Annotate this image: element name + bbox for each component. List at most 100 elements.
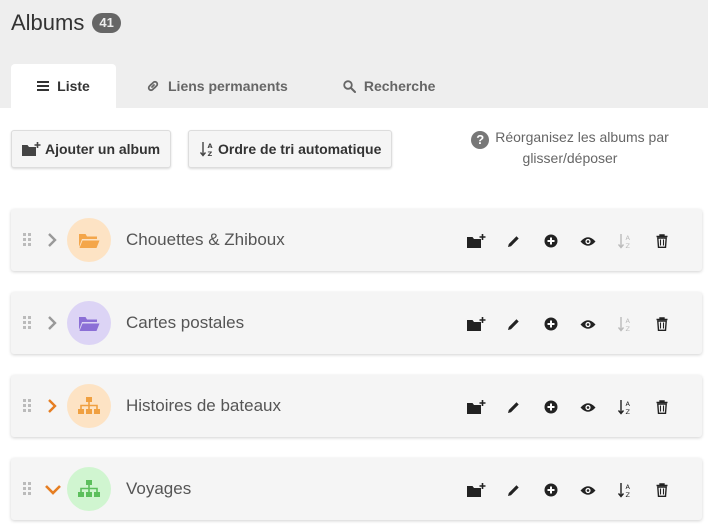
trash-icon <box>656 317 667 331</box>
tab-liste-label: Liste <box>57 78 90 94</box>
delete-button[interactable] <box>643 397 680 417</box>
folder-open-icon <box>79 233 100 248</box>
drag-handle-icon[interactable] <box>23 233 31 246</box>
view-button[interactable] <box>569 397 606 417</box>
album-actions: AZ <box>458 231 680 251</box>
sort-button[interactable]: AZ <box>606 480 643 500</box>
eye-icon <box>580 236 595 246</box>
view-button[interactable] <box>569 231 606 251</box>
drag-handle-icon[interactable] <box>23 482 31 495</box>
chevron-right-icon[interactable] <box>46 232 58 248</box>
album-avatar <box>67 384 111 428</box>
plus-circle-icon <box>544 234 557 248</box>
folder-open-icon <box>79 316 100 331</box>
edit-button[interactable] <box>495 231 532 251</box>
delete-button[interactable] <box>643 231 680 251</box>
eye-icon <box>580 402 595 412</box>
search-icon <box>343 79 356 93</box>
list-icon <box>37 81 50 91</box>
auto-sort-button[interactable]: AZ Ordre de tri automatique <box>188 130 393 168</box>
album-name[interactable]: Cartes postales <box>126 313 244 333</box>
folder-plus-icon <box>467 233 486 248</box>
svg-text:A: A <box>625 234 630 242</box>
reorder-hint-text: Réorganisez les albums par glisser/dépos… <box>495 129 669 166</box>
delete-button[interactable] <box>643 480 680 500</box>
sort-button[interactable]: AZ <box>606 231 643 251</box>
album-name[interactable]: Chouettes & Zhiboux <box>126 230 285 250</box>
add-photos-button[interactable] <box>532 397 569 417</box>
plus-circle-icon <box>544 483 557 497</box>
sort-button[interactable]: AZ <box>606 397 643 417</box>
add-photos-button[interactable] <box>532 480 569 500</box>
svg-text:Z: Z <box>625 325 630 332</box>
album-row[interactable]: Cartes postales AZ <box>11 292 702 354</box>
drag-handle-icon[interactable] <box>23 399 31 412</box>
chevron-down-icon[interactable] <box>44 483 62 497</box>
sort-alpha-icon: AZ <box>617 400 630 415</box>
svg-text:A: A <box>625 400 630 408</box>
link-icon <box>147 80 159 92</box>
sort-button[interactable]: AZ <box>606 314 643 334</box>
question-circle-icon: ? <box>471 131 490 149</box>
eye-icon <box>580 485 595 495</box>
add-album-label: Ajouter un album <box>45 141 161 157</box>
sitemap-icon <box>78 480 100 497</box>
folder-plus-icon <box>467 316 486 331</box>
sitemap-icon <box>78 397 100 414</box>
svg-text:Z: Z <box>625 242 630 249</box>
add-photos-button[interactable] <box>532 231 569 251</box>
add-photos-button[interactable] <box>532 314 569 334</box>
trash-icon <box>656 400 667 414</box>
tab-bar: Liste Liens permanents Recherche <box>11 64 455 108</box>
trash-icon <box>656 483 667 497</box>
add-subalbum-button[interactable] <box>458 314 495 334</box>
album-row[interactable]: Histoires de bateaux AZ <box>11 375 702 437</box>
album-row[interactable]: Chouettes & Zhiboux AZ <box>11 209 702 271</box>
add-subalbum-button[interactable] <box>458 397 495 417</box>
view-button[interactable] <box>569 480 606 500</box>
add-subalbum-button[interactable] <box>458 480 495 500</box>
tab-liens-permanents[interactable]: Liens permanents <box>116 64 308 108</box>
page-title: Albums 41 <box>11 10 121 36</box>
sort-alpha-icon: AZ <box>617 234 630 249</box>
add-album-button[interactable]: Ajouter un album <box>11 130 172 168</box>
album-count-badge: 41 <box>92 13 121 33</box>
pencil-icon <box>508 484 519 496</box>
folder-plus-icon <box>467 399 486 414</box>
page-title-text: Albums <box>11 10 85 35</box>
edit-button[interactable] <box>495 480 532 500</box>
edit-button[interactable] <box>495 397 532 417</box>
svg-text:Z: Z <box>625 408 630 415</box>
svg-text:A: A <box>625 483 630 491</box>
tab-liste[interactable]: Liste <box>11 64 116 108</box>
sort-alpha-icon: AZ <box>200 142 213 157</box>
edit-button[interactable] <box>495 314 532 334</box>
sort-alpha-icon: AZ <box>617 483 630 498</box>
svg-text:Z: Z <box>625 491 630 498</box>
folder-plus-icon <box>467 482 486 497</box>
page-header: Albums 41 Liste Liens permanents Recherc… <box>0 0 708 108</box>
sort-alpha-icon: AZ <box>617 317 630 332</box>
drag-handle-icon[interactable] <box>23 316 31 329</box>
svg-text:A: A <box>208 142 213 150</box>
tab-recherche[interactable]: Recherche <box>308 64 456 108</box>
tab-recherche-label: Recherche <box>363 78 436 94</box>
trash-icon <box>656 234 667 248</box>
album-row[interactable]: Voyages AZ <box>11 458 702 520</box>
delete-button[interactable] <box>643 314 680 334</box>
pencil-icon <box>508 235 519 247</box>
album-actions: AZ <box>458 314 680 334</box>
album-name[interactable]: Histoires de bateaux <box>126 396 281 416</box>
album-actions: AZ <box>458 480 680 500</box>
chevron-right-icon[interactable] <box>46 315 58 331</box>
album-name[interactable]: Voyages <box>126 479 191 499</box>
svg-text:A: A <box>625 317 630 325</box>
add-subalbum-button[interactable] <box>458 231 495 251</box>
tab-liens-label: Liens permanents <box>168 78 288 94</box>
chevron-right-icon[interactable] <box>46 398 58 414</box>
album-avatar <box>67 218 111 262</box>
view-button[interactable] <box>569 314 606 334</box>
plus-circle-icon <box>544 317 557 331</box>
svg-text:Z: Z <box>208 150 213 157</box>
reorder-hint: ? Réorganisez les albums par glisser/dépo… <box>455 128 685 168</box>
